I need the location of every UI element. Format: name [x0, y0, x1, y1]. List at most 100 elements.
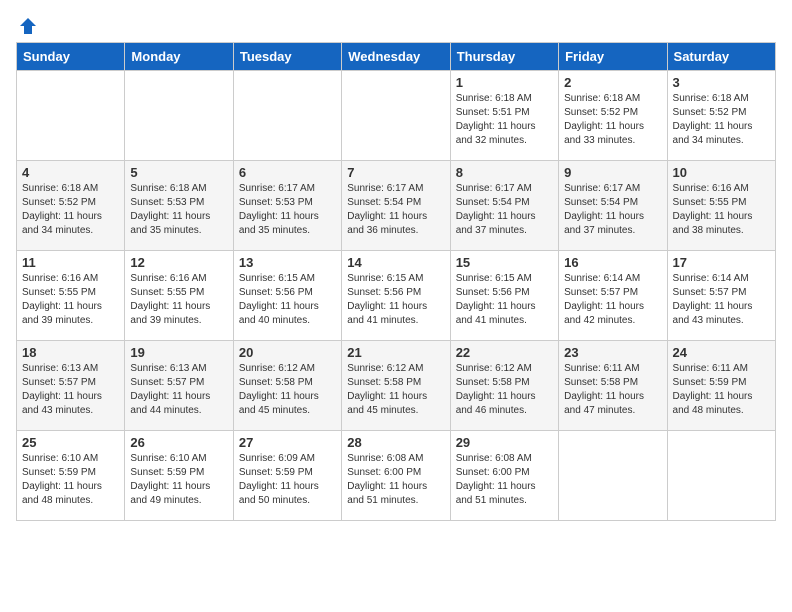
- calendar-cell: 23Sunrise: 6:11 AMSunset: 5:58 PMDayligh…: [559, 341, 667, 431]
- day-info: Sunrise: 6:16 AMSunset: 5:55 PMDaylight:…: [130, 272, 227, 328]
- day-info: Sunrise: 6:17 AMSunset: 5:54 PMDaylight:…: [347, 182, 444, 238]
- day-number: 26: [130, 435, 227, 450]
- day-number: 27: [239, 435, 336, 450]
- day-number: 22: [456, 345, 553, 360]
- day-number: 11: [22, 255, 119, 270]
- day-info: Sunrise: 6:10 AMSunset: 5:59 PMDaylight:…: [130, 452, 227, 508]
- day-info: Sunrise: 6:17 AMSunset: 5:53 PMDaylight:…: [239, 182, 336, 238]
- day-number: 18: [22, 345, 119, 360]
- calendar-cell: 17 Sunrise: 6:14 AMSunset: 5:57 PMDayligh…: [667, 251, 775, 341]
- day-info: Sunrise: 6:12 AMSunset: 5:58 PMDaylight:…: [456, 362, 553, 418]
- day-number: 20: [239, 345, 336, 360]
- day-info: Sunrise: 6:15 AMSunset: 5:56 PMDaylight:…: [456, 272, 553, 328]
- calendar-cell: 7 Sunrise: 6:17 AMSunset: 5:54 PMDaylight…: [342, 161, 450, 251]
- day-info: Sunrise: 6:18 AMSunset: 5:52 PMDaylight:…: [673, 92, 770, 148]
- day-info: Sunrise: 6:16 AMSunset: 5:55 PMDaylight:…: [673, 182, 770, 238]
- calendar-cell: [559, 431, 667, 521]
- day-number: 14: [347, 255, 444, 270]
- calendar-cell: 24Sunrise: 6:11 AMSunset: 5:59 PMDayligh…: [667, 341, 775, 431]
- calendar-cell: 9 Sunrise: 6:17 AMSunset: 5:54 PMDaylight…: [559, 161, 667, 251]
- calendar-cell: [233, 71, 341, 161]
- calendar-cell: 20 Sunrise: 6:12 AMSunset: 5:58 PMDayligh…: [233, 341, 341, 431]
- day-info: Sunrise: 6:12 AMSunset: 5:58 PMDaylight:…: [239, 362, 336, 418]
- day-number: 2: [564, 75, 661, 90]
- calendar-cell: 27 Sunrise: 6:09 AMSunset: 5:59 PMDayligh…: [233, 431, 341, 521]
- calendar-week-0: 1 Sunrise: 6:18 AMSunset: 5:51 PMDaylight…: [17, 71, 776, 161]
- calendar-cell: 29 Sunrise: 6:08 AMSunset: 6:00 PMDayligh…: [450, 431, 558, 521]
- calendar-week-2: 11 Sunrise: 6:16 AMSunset: 5:55 PMDayligh…: [17, 251, 776, 341]
- weekday-header-thursday: Thursday: [450, 43, 558, 71]
- calendar-cell: [17, 71, 125, 161]
- calendar-cell: 11 Sunrise: 6:16 AMSunset: 5:55 PMDayligh…: [17, 251, 125, 341]
- weekday-header-row: SundayMondayTuesdayWednesdayThursdayFrid…: [17, 43, 776, 71]
- calendar-cell: [125, 71, 233, 161]
- calendar-cell: 5 Sunrise: 6:18 AMSunset: 5:53 PMDaylight…: [125, 161, 233, 251]
- calendar-cell: 21 Sunrise: 6:12 AMSunset: 5:58 PMDayligh…: [342, 341, 450, 431]
- day-info: Sunrise: 6:08 AMSunset: 6:00 PMDaylight:…: [456, 452, 553, 508]
- day-info: Sunrise: 6:11 AMSunset: 5:58 PMDaylight:…: [564, 362, 661, 418]
- calendar-cell: 8 Sunrise: 6:17 AMSunset: 5:54 PMDaylight…: [450, 161, 558, 251]
- calendar-table: SundayMondayTuesdayWednesdayThursdayFrid…: [16, 42, 776, 521]
- weekday-header-tuesday: Tuesday: [233, 43, 341, 71]
- weekday-header-saturday: Saturday: [667, 43, 775, 71]
- day-info: Sunrise: 6:13 AMSunset: 5:57 PMDaylight:…: [130, 362, 227, 418]
- calendar-cell: 14 Sunrise: 6:15 AMSunset: 5:56 PMDayligh…: [342, 251, 450, 341]
- day-info: Sunrise: 6:18 AMSunset: 5:53 PMDaylight:…: [130, 182, 227, 238]
- day-number: 5: [130, 165, 227, 180]
- calendar-cell: 12 Sunrise: 6:16 AMSunset: 5:55 PMDayligh…: [125, 251, 233, 341]
- logo-icon: [18, 16, 38, 36]
- calendar-cell: 16 Sunrise: 6:14 AMSunset: 5:57 PMDayligh…: [559, 251, 667, 341]
- calendar-body: 1 Sunrise: 6:18 AMSunset: 5:51 PMDaylight…: [17, 71, 776, 521]
- weekday-header-friday: Friday: [559, 43, 667, 71]
- day-info: Sunrise: 6:16 AMSunset: 5:55 PMDaylight:…: [22, 272, 119, 328]
- day-number: 16: [564, 255, 661, 270]
- day-number: 29: [456, 435, 553, 450]
- calendar-cell: 10 Sunrise: 6:16 AMSunset: 5:55 PMDayligh…: [667, 161, 775, 251]
- day-info: Sunrise: 6:17 AMSunset: 5:54 PMDaylight:…: [456, 182, 553, 238]
- day-number: 15: [456, 255, 553, 270]
- day-info: Sunrise: 6:10 AMSunset: 5:59 PMDaylight:…: [22, 452, 119, 508]
- day-number: 13: [239, 255, 336, 270]
- calendar-cell: 19 Sunrise: 6:13 AMSunset: 5:57 PMDayligh…: [125, 341, 233, 431]
- day-info: Sunrise: 6:13 AMSunset: 5:57 PMDaylight:…: [22, 362, 119, 418]
- day-info: Sunrise: 6:14 AMSunset: 5:57 PMDaylight:…: [673, 272, 770, 328]
- calendar-cell: 22 Sunrise: 6:12 AMSunset: 5:58 PMDayligh…: [450, 341, 558, 431]
- calendar-cell: [342, 71, 450, 161]
- day-info: Sunrise: 6:18 AMSunset: 5:52 PMDaylight:…: [564, 92, 661, 148]
- weekday-header-wednesday: Wednesday: [342, 43, 450, 71]
- calendar-cell: 1 Sunrise: 6:18 AMSunset: 5:51 PMDaylight…: [450, 71, 558, 161]
- day-number: 4: [22, 165, 119, 180]
- day-info: Sunrise: 6:14 AMSunset: 5:57 PMDaylight:…: [564, 272, 661, 328]
- calendar-cell: 3 Sunrise: 6:18 AMSunset: 5:52 PMDaylight…: [667, 71, 775, 161]
- day-number: 19: [130, 345, 227, 360]
- calendar-cell: 18 Sunrise: 6:13 AMSunset: 5:57 PMDayligh…: [17, 341, 125, 431]
- calendar-cell: 28Sunrise: 6:08 AMSunset: 6:00 PMDayligh…: [342, 431, 450, 521]
- day-info: Sunrise: 6:18 AMSunset: 5:51 PMDaylight:…: [456, 92, 553, 148]
- day-number: 21: [347, 345, 444, 360]
- day-number: 12: [130, 255, 227, 270]
- day-info: Sunrise: 6:11 AMSunset: 5:59 PMDaylight:…: [673, 362, 770, 418]
- calendar-cell: 26 Sunrise: 6:10 AMSunset: 5:59 PMDayligh…: [125, 431, 233, 521]
- day-number: 8: [456, 165, 553, 180]
- calendar-week-3: 18 Sunrise: 6:13 AMSunset: 5:57 PMDayligh…: [17, 341, 776, 431]
- day-info: Sunrise: 6:18 AMSunset: 5:52 PMDaylight:…: [22, 182, 119, 238]
- day-info: Sunrise: 6:15 AMSunset: 5:56 PMDaylight:…: [347, 272, 444, 328]
- day-number: 10: [673, 165, 770, 180]
- day-number: 7: [347, 165, 444, 180]
- day-number: 17: [673, 255, 770, 270]
- calendar-cell: 15 Sunrise: 6:15 AMSunset: 5:56 PMDayligh…: [450, 251, 558, 341]
- calendar-cell: [667, 431, 775, 521]
- calendar-cell: 6Sunrise: 6:17 AMSunset: 5:53 PMDaylight…: [233, 161, 341, 251]
- day-number: 1: [456, 75, 553, 90]
- day-info: Sunrise: 6:08 AMSunset: 6:00 PMDaylight:…: [347, 452, 444, 508]
- day-info: Sunrise: 6:09 AMSunset: 5:59 PMDaylight:…: [239, 452, 336, 508]
- calendar-week-4: 25Sunrise: 6:10 AMSunset: 5:59 PMDayligh…: [17, 431, 776, 521]
- calendar-cell: 25Sunrise: 6:10 AMSunset: 5:59 PMDayligh…: [17, 431, 125, 521]
- calendar-week-1: 4 Sunrise: 6:18 AMSunset: 5:52 PMDaylight…: [17, 161, 776, 251]
- day-info: Sunrise: 6:15 AMSunset: 5:56 PMDaylight:…: [239, 272, 336, 328]
- day-info: Sunrise: 6:12 AMSunset: 5:58 PMDaylight:…: [347, 362, 444, 418]
- day-number: 9: [564, 165, 661, 180]
- day-number: 3: [673, 75, 770, 90]
- weekday-header-monday: Monday: [125, 43, 233, 71]
- day-info: Sunrise: 6:17 AMSunset: 5:54 PMDaylight:…: [564, 182, 661, 238]
